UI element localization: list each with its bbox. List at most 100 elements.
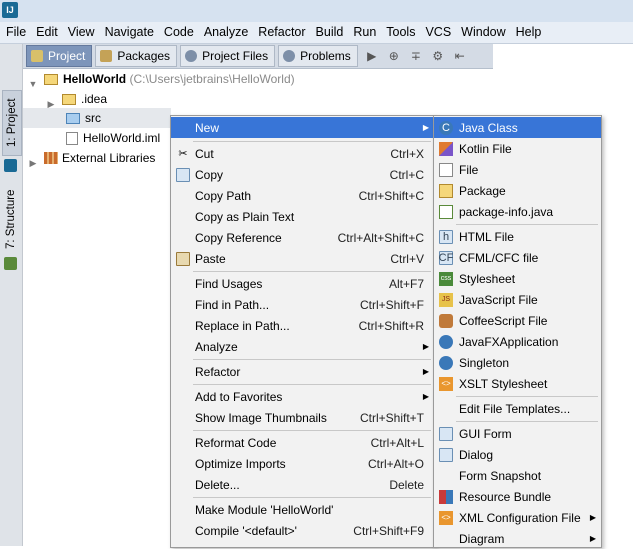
menu-item-reformat-code[interactable]: Reformat Code Ctrl+Alt+L — [171, 432, 434, 453]
submenu-item-package[interactable]: Package — [434, 180, 601, 201]
menu-build[interactable]: Build — [310, 22, 348, 43]
menu-item-make-module[interactable]: Make Module 'HelloWorld' — [171, 499, 434, 520]
submenu-item-html-file[interactable]: h HTML File — [434, 226, 601, 247]
resource-bundle-icon — [439, 489, 453, 504]
menu-item-copy[interactable]: Copy Ctrl+C — [171, 164, 434, 185]
context-menu: New ▶ ✂ Cut Ctrl+X Copy Ctrl+C Copy Path Ctrl… — [170, 115, 435, 548]
separator — [456, 224, 598, 225]
menu-item-paste[interactable]: Paste Ctrl+V — [171, 248, 434, 269]
tree-row-root[interactable]: ▼ HelloWorld (C:\Users\jetbrains\HelloWo… — [28, 69, 295, 89]
hide-icon[interactable]: ⇤ — [452, 48, 468, 64]
menu-tools[interactable]: Tools — [380, 22, 419, 43]
more-tabs-icon[interactable]: ▶ — [364, 48, 380, 64]
menu-window[interactable]: Window — [455, 22, 509, 43]
gui-form-icon — [439, 426, 453, 441]
submenu-item-resource-bundle[interactable]: Resource Bundle — [434, 486, 601, 507]
menu-item-new[interactable]: New ▶ — [171, 117, 434, 138]
menu-help[interactable]: Help — [510, 22, 546, 43]
coffeescript-file-icon — [439, 313, 453, 328]
separator — [193, 384, 431, 385]
collapsed-arrow-icon[interactable]: ▶ — [28, 153, 38, 168]
submenu-item-edit-file-templates[interactable]: Edit File Templates... — [434, 398, 601, 419]
xslt-icon: <> — [439, 376, 453, 391]
tree-row-external-libraries[interactable]: ▶ External Libraries — [28, 148, 156, 168]
collapse-icon[interactable]: ∓ — [408, 48, 424, 64]
left-tool-strip: 1: Project 7: Structure — [0, 44, 23, 546]
menu-file[interactable]: File — [0, 22, 30, 43]
menu-vcs[interactable]: VCS — [419, 22, 455, 43]
idea-label: .idea — [81, 92, 108, 106]
menu-item-copy-plain-text[interactable]: Copy as Plain Text — [171, 206, 434, 227]
menu-run[interactable]: Run — [347, 22, 380, 43]
submenu-item-javascript-file[interactable]: JS JavaScript File — [434, 289, 601, 310]
tab-packages[interactable]: Packages — [95, 45, 178, 67]
submenu-item-java-class[interactable]: C Java Class — [434, 117, 601, 138]
jetbrains-icon[interactable] — [4, 159, 17, 172]
submenu-item-gui-form[interactable]: GUI Form — [434, 423, 601, 444]
tab-packages-label: Packages — [117, 49, 171, 63]
submenu-item-file[interactable]: File — [434, 159, 601, 180]
structure-icon[interactable] — [4, 257, 17, 270]
structure-tool-tab[interactable]: 7: Structure — [2, 184, 20, 254]
folder-icon — [62, 93, 76, 105]
project-tool-tab[interactable]: 1: Project — [2, 90, 22, 156]
src-label: src — [85, 111, 101, 125]
submenu-item-cfml-file[interactable]: CF CFML/CFC file — [434, 247, 601, 268]
menu-edit[interactable]: Edit — [30, 22, 62, 43]
submenu-item-xslt-stylesheet[interactable]: <> XSLT Stylesheet — [434, 373, 601, 394]
menu-item-delete[interactable]: Delete... Delete — [171, 474, 434, 495]
menu-code[interactable]: Code — [158, 22, 198, 43]
file-icon — [439, 162, 453, 177]
submenu-item-kotlin-file[interactable]: Kotlin File — [434, 138, 601, 159]
submenu-item-javafx[interactable]: JavaFXApplication — [434, 331, 601, 352]
menu-analyze[interactable]: Analyze — [198, 22, 252, 43]
menu-refactor[interactable]: Refactor — [252, 22, 309, 43]
project-tool-tab-label: 1: Project — [6, 98, 18, 148]
submenu-item-form-snapshot[interactable]: Form Snapshot — [434, 465, 601, 486]
menu-item-optimize-imports[interactable]: Optimize Imports Ctrl+Alt+O — [171, 453, 434, 474]
menu-navigate[interactable]: Navigate — [99, 22, 158, 43]
tree-row-iml[interactable]: HelloWorld.iml — [66, 128, 160, 148]
tool-window-header: Project Packages Project Files Problems … — [23, 44, 493, 69]
separator — [456, 421, 598, 422]
settings-gear-icon[interactable]: ⚙ — [430, 48, 446, 64]
root-label: HelloWorld — [63, 72, 127, 86]
submenu-item-coffeescript-file[interactable]: CoffeeScript File — [434, 310, 601, 331]
menu-item-copy-path[interactable]: Copy Path Ctrl+Shift+C — [171, 185, 434, 206]
menu-item-cut[interactable]: ✂ Cut Ctrl+X — [171, 143, 434, 164]
tab-project-label: Project — [48, 49, 86, 63]
paste-icon — [176, 251, 190, 266]
menu-item-analyze[interactable]: Analyze ▶ — [171, 336, 434, 357]
project-icon — [31, 50, 43, 62]
stylesheet-icon: css — [439, 271, 453, 286]
target-icon[interactable]: ⊕ — [386, 48, 402, 64]
package-info-icon — [439, 204, 453, 219]
menu-view[interactable]: View — [62, 22, 99, 43]
submenu-item-package-info[interactable]: package-info.java — [434, 201, 601, 222]
menu-item-add-to-favorites[interactable]: Add to Favorites ▶ — [171, 386, 434, 407]
html-file-icon: h — [439, 229, 453, 244]
menu-bar: File Edit View Navigate Code Analyze Ref… — [0, 22, 633, 44]
menu-item-find-in-path[interactable]: Find in Path... Ctrl+Shift+F — [171, 294, 434, 315]
tree-row-src[interactable]: src — [23, 108, 171, 128]
menu-item-compile[interactable]: Compile '<default>' Ctrl+Shift+F9 — [171, 520, 434, 541]
menu-item-refactor[interactable]: Refactor ▶ — [171, 361, 434, 382]
tab-problems[interactable]: Problems — [278, 45, 358, 67]
menu-item-show-image-thumbnails[interactable]: Show Image Thumbnails Ctrl+Shift+T — [171, 407, 434, 428]
menu-item-copy-reference[interactable]: Copy Reference Ctrl+Alt+Shift+C — [171, 227, 434, 248]
tab-project[interactable]: Project — [26, 45, 93, 67]
separator — [193, 359, 431, 360]
submenu-item-singleton[interactable]: Singleton — [434, 352, 601, 373]
iml-label: HelloWorld.iml — [83, 131, 161, 145]
submenu-item-xml-configuration-file[interactable]: <> XML Configuration File ▶ — [434, 507, 601, 528]
root-path: (C:\Users\jetbrains\HelloWorld) — [129, 72, 295, 86]
menu-item-find-usages[interactable]: Find Usages Alt+F7 — [171, 273, 434, 294]
collapsed-arrow-icon[interactable]: ▶ — [46, 94, 56, 109]
menu-item-replace-in-path[interactable]: Replace in Path... Ctrl+Shift+R — [171, 315, 434, 336]
submenu-item-stylesheet[interactable]: css Stylesheet — [434, 268, 601, 289]
tab-project-files[interactable]: Project Files — [180, 45, 276, 67]
submenu-item-dialog[interactable]: Dialog — [434, 444, 601, 465]
tree-row-idea[interactable]: ▶ .idea — [46, 89, 108, 109]
expanded-arrow-icon[interactable]: ▼ — [28, 74, 38, 89]
module-file-icon — [66, 131, 78, 145]
